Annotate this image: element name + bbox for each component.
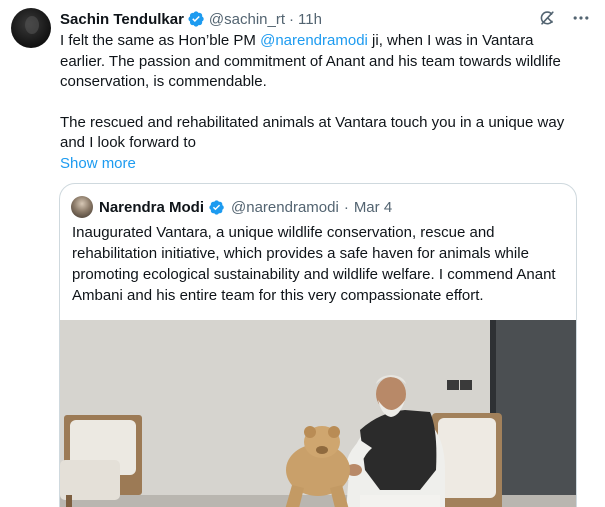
author-avatar[interactable] [11,8,51,48]
quote-date: Mar 4 [353,198,393,216]
mention-link[interactable]: @narendramodi [260,32,368,49]
quote-text: Inaugurated Vantara, a unique wildlife c… [72,224,556,304]
author-name[interactable]: Sachin Tendulkar [60,11,184,28]
quote-verified-badge-icon [208,199,225,216]
verified-badge-icon[interactable] [187,10,205,28]
tweet-header: Sachin Tendulkar @sachin_rt · 11h [60,8,595,30]
show-more-link[interactable]: Show more [60,154,580,175]
quote-separator-dot: · [343,198,349,216]
quote-author-name: Narendra Modi [99,198,205,216]
quoted-tweet[interactable]: Narendra Modi @narendramodi · Mar 4 Inau… [59,183,577,507]
quote-author-handle: @narendramodi [231,198,339,216]
separator-dot: · [289,10,295,28]
quote-media-photo[interactable] [60,320,576,507]
more-icon[interactable] [571,8,591,28]
tweet[interactable]: Sachin Tendulkar @sachin_rt · 11h I felt… [0,0,605,507]
header-actions [537,8,591,28]
tweet-text-part1: I felt the same as Hon’ble PM [60,32,261,49]
author-handle[interactable]: @sachin_rt [209,11,285,28]
tweet-text-para2: The rescued and rehabilitated animals at… [60,113,565,152]
grok-icon[interactable] [537,8,557,28]
quote-header: Narendra Modi @narendramodi · Mar 4 [71,196,392,218]
tweet-text: I felt the same as Hon’ble PM @narendram… [60,31,580,174]
tweet-time[interactable]: 11h [298,11,322,28]
quote-author-avatar [71,196,93,218]
photo-illustration [60,320,576,507]
